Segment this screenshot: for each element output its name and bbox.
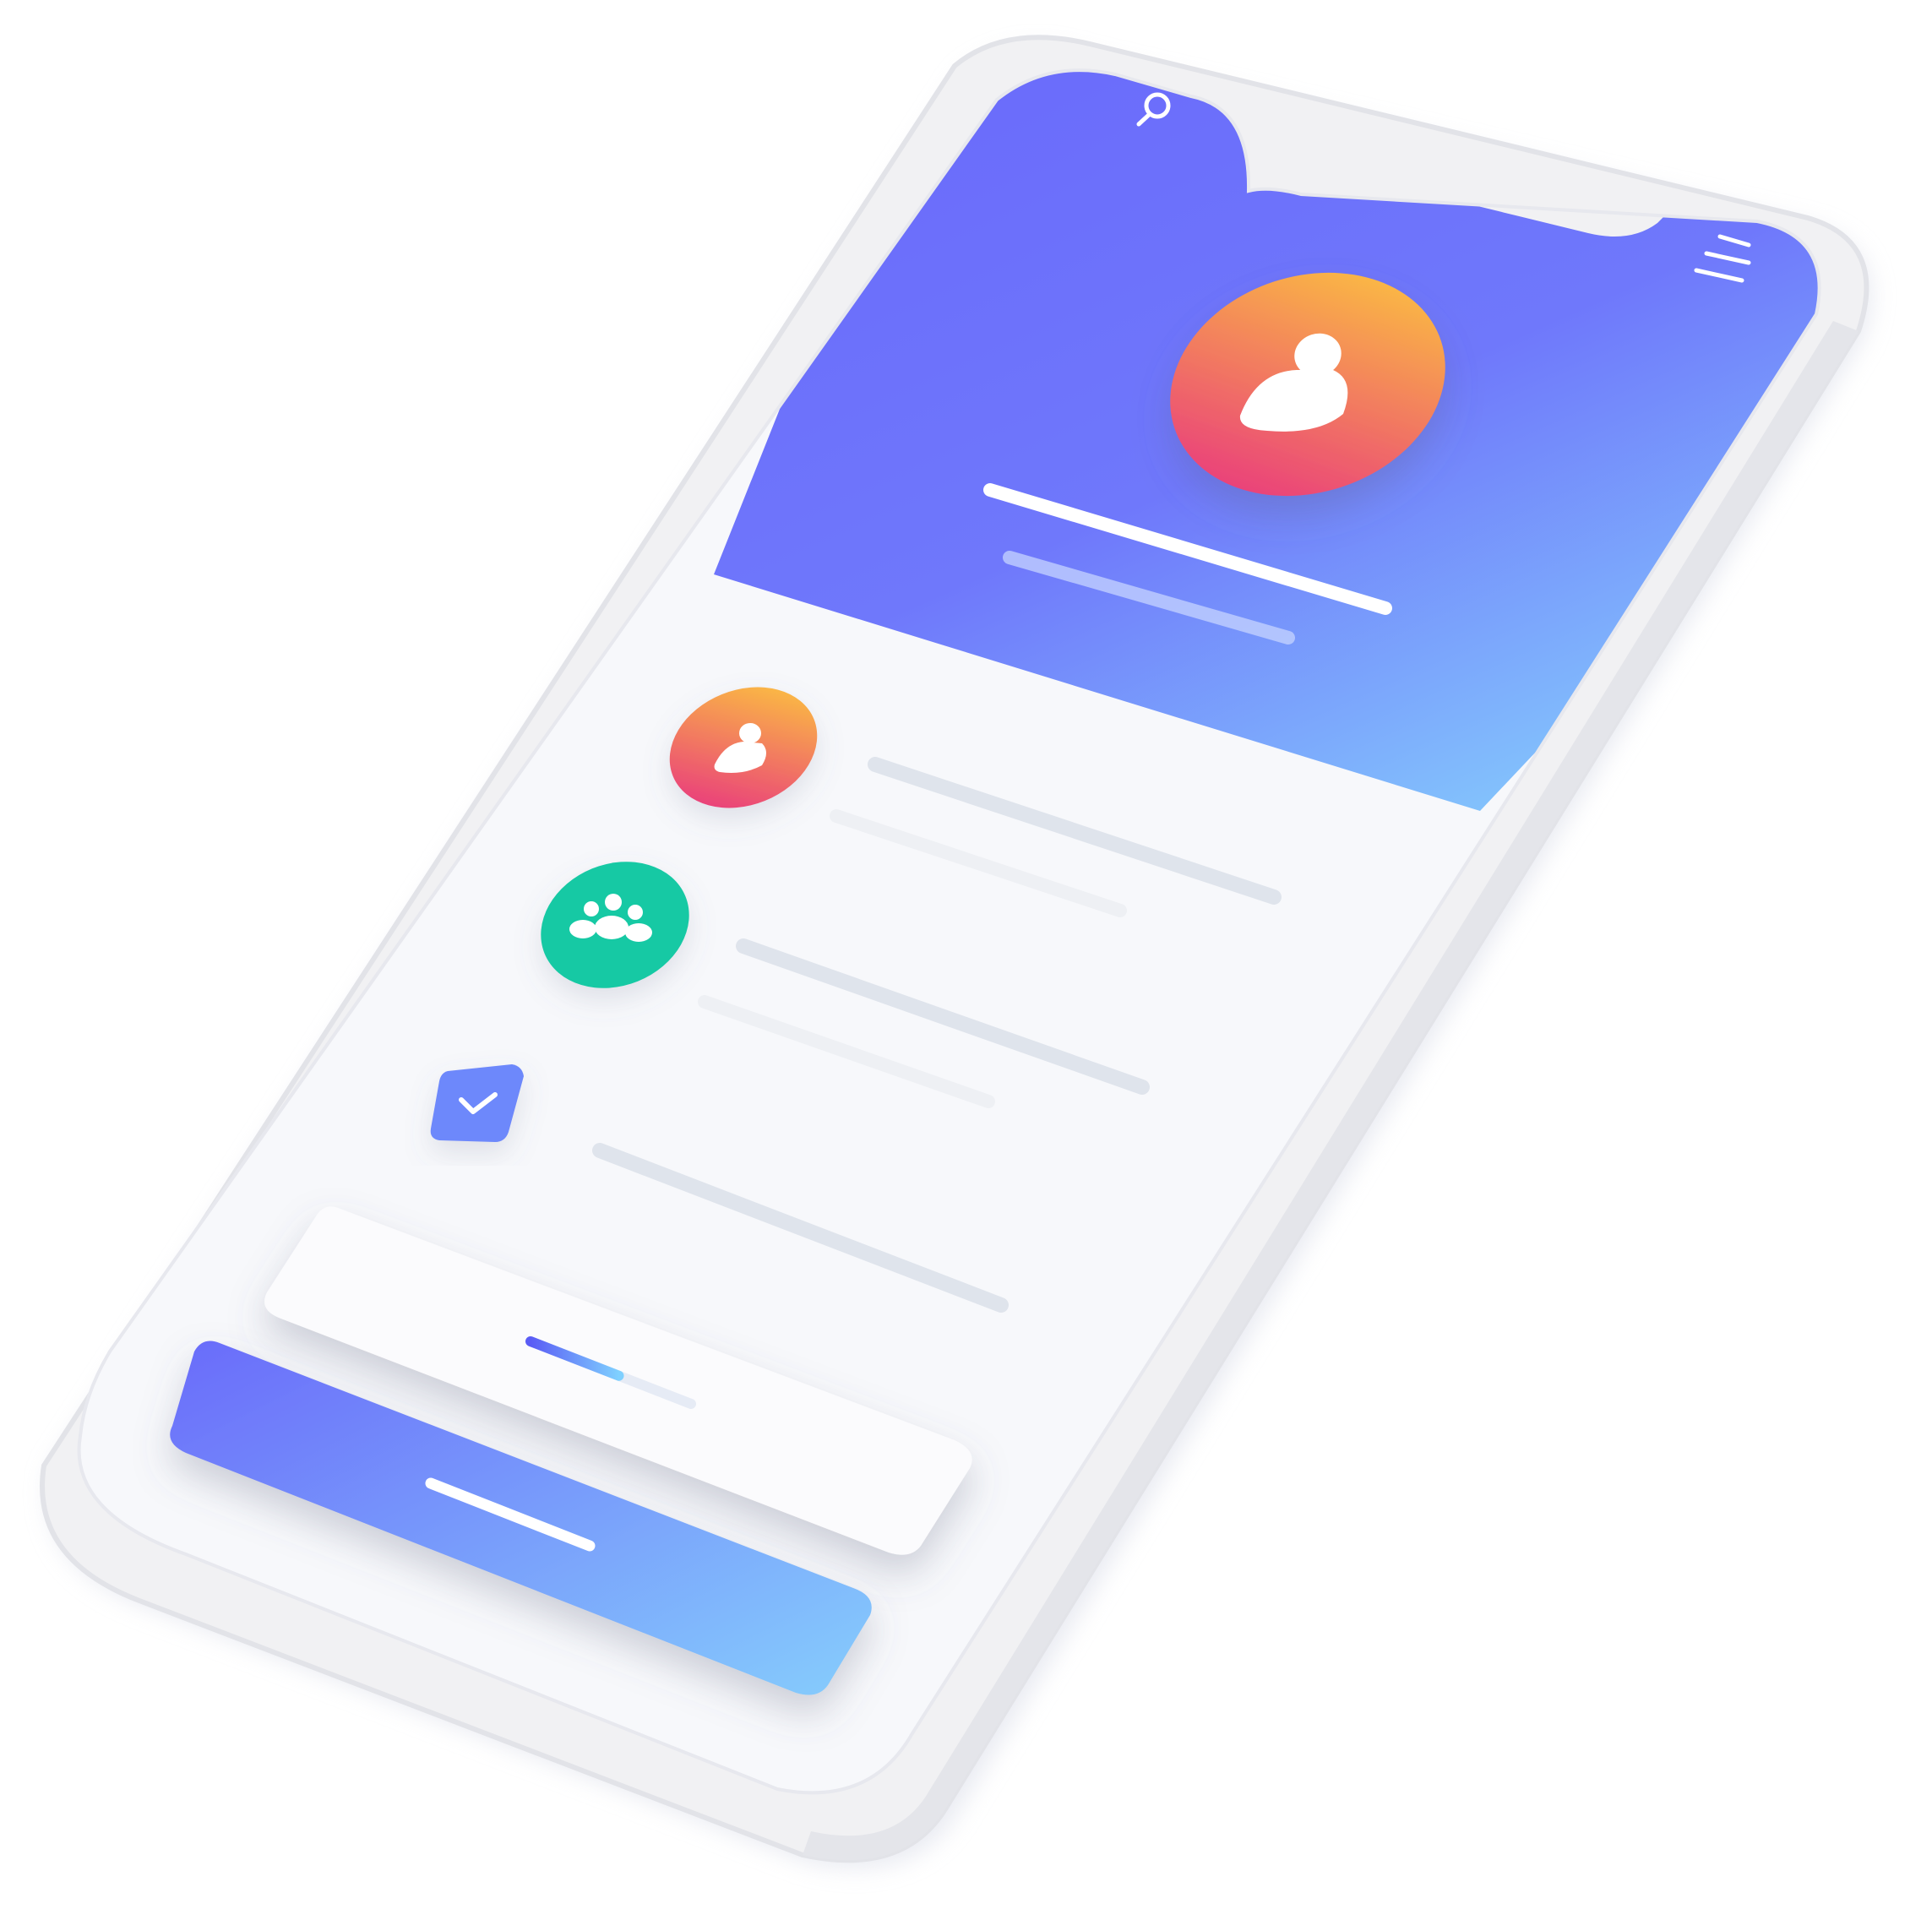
- phone-mockup-stage: [0, 0, 1932, 1909]
- phone-mockup: [40, 35, 1871, 1868]
